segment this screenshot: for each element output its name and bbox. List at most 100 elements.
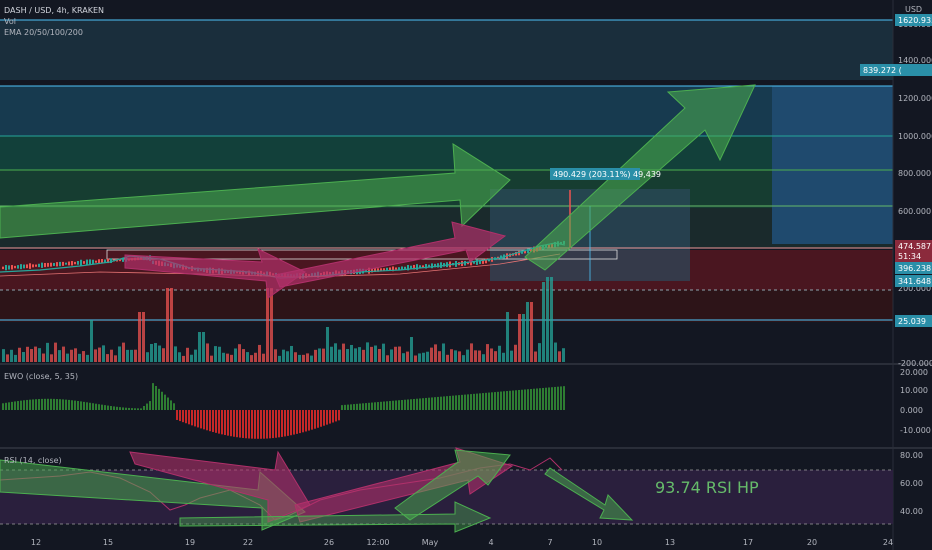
volume-bar [154, 343, 157, 362]
ewo-bar [329, 410, 331, 424]
candle [23, 264, 25, 269]
volume-bar [482, 354, 485, 362]
ewo-bar [413, 398, 415, 410]
ewo-bar [209, 410, 211, 432]
volume-bar [82, 351, 85, 362]
ewo-bar [89, 402, 91, 410]
volume-bar [94, 349, 97, 362]
volume-bar [458, 351, 461, 362]
ewo-bar [278, 410, 280, 438]
ewo-tick-label: 10.000 [900, 386, 928, 395]
ewo-bar [326, 410, 328, 425]
ewo-tick-label: 0.000 [900, 406, 923, 415]
ewo-bar [494, 392, 496, 410]
ewo-bar [440, 396, 442, 410]
trading-chart[interactable]: DASH / USD, 4h, KRAKEN Vol EMA 20/50/100… [0, 0, 932, 550]
volume-bar [506, 312, 509, 362]
time-tick-label: 4 [488, 538, 493, 547]
ewo-bar [149, 401, 151, 410]
volume-bar [122, 342, 125, 362]
volume-bar [250, 355, 253, 362]
ewo-bar [455, 395, 457, 410]
time-tick-label: 13 [665, 538, 675, 547]
volume-bar [502, 352, 505, 362]
volume-bar [210, 355, 213, 362]
volume-bar [6, 354, 9, 362]
candle [398, 267, 400, 270]
ewo-bar [269, 410, 271, 439]
ewo-bar [56, 399, 58, 410]
volume-bar [314, 349, 317, 362]
volume-bar [58, 350, 61, 362]
ewo-bar [173, 403, 175, 410]
volume-bar [182, 355, 185, 362]
candle [41, 262, 43, 268]
ewo-bar [293, 410, 295, 435]
volume-bar [394, 346, 397, 362]
ewo-bar [335, 410, 337, 422]
volume-bar [318, 348, 321, 362]
volume-bar [126, 349, 129, 362]
ewo-bar [395, 400, 397, 410]
volume-bar [322, 348, 325, 362]
ewo-bar [515, 390, 517, 410]
volume-bar [546, 277, 549, 362]
volume-bar [178, 352, 181, 362]
ewo-bar [296, 410, 298, 434]
volume-bar [558, 351, 561, 362]
volume-bar [366, 342, 369, 362]
ewo-bar [23, 400, 25, 410]
volume-bar [462, 355, 465, 362]
volume-bar [562, 348, 565, 362]
candle [440, 262, 442, 268]
volume-bar [114, 355, 117, 362]
ewo-bar [170, 400, 172, 410]
volume-bar [54, 342, 57, 362]
ewo-bar [116, 406, 118, 410]
ewo-bar [542, 387, 544, 410]
candle [56, 262, 58, 267]
zone-top [0, 20, 893, 80]
candle [65, 262, 67, 265]
ewo-bar [65, 399, 67, 410]
ewo-bar [158, 388, 160, 410]
volume-bar [14, 354, 17, 362]
time-tick-label: 20 [807, 538, 817, 547]
ewo-bar [551, 387, 553, 410]
ewo-bar [251, 410, 253, 439]
candle [89, 259, 91, 265]
rsi-tick-label: 60.00 [900, 479, 923, 488]
ewo-bar [488, 392, 490, 410]
ewo-bar [428, 397, 430, 410]
ewo-bar [137, 408, 139, 410]
time-tick-label: 17 [743, 538, 753, 547]
ewo-bar [311, 410, 313, 430]
volume-bar [430, 347, 433, 362]
volume-bar [166, 288, 169, 362]
ewo-bar [497, 391, 499, 410]
ewo-bar [212, 410, 214, 433]
time-tick-label: 26 [324, 538, 334, 547]
ewo-bar [470, 394, 472, 410]
volume-bar [534, 351, 537, 362]
ewo-bar [374, 402, 376, 410]
volume-bar [254, 352, 257, 362]
volume-bar [222, 352, 225, 362]
symbol-title: DASH / USD, 4h, KRAKEN [4, 6, 104, 15]
ewo-bar [257, 410, 259, 439]
ewo-bar [218, 410, 220, 434]
volume-bar [38, 348, 41, 362]
volume-bar [518, 314, 521, 362]
candle [83, 261, 85, 264]
ewo-bar [359, 403, 361, 410]
volume-bar [334, 343, 337, 362]
rsi-annotation: 93.74 RSI HP [655, 478, 759, 497]
ewo-bar [47, 398, 49, 410]
volume-bar [398, 346, 401, 362]
volume-bar [382, 343, 385, 362]
volume-bar [174, 346, 177, 362]
rsi-tick-label: 80.00 [900, 451, 923, 460]
volume-bar [86, 354, 89, 362]
candle [8, 265, 10, 270]
volume-bar [130, 349, 133, 362]
